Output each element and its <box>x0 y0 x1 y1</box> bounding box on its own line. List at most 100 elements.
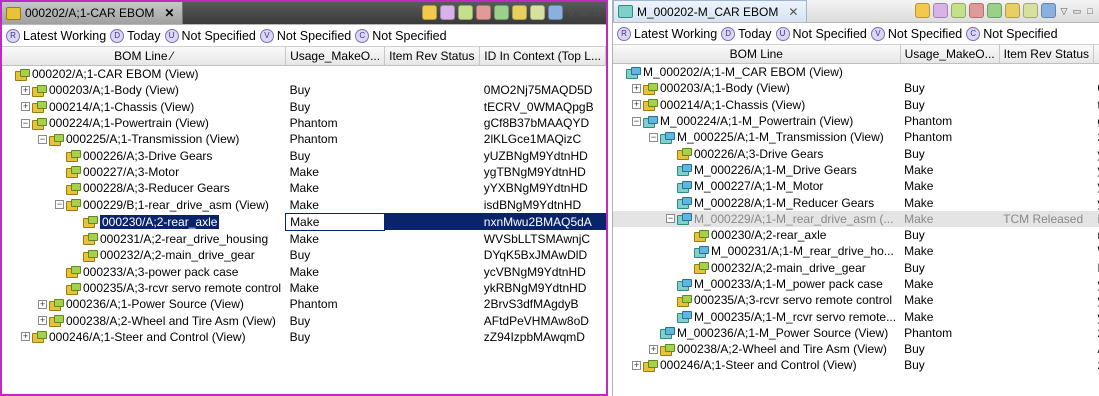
status-cell[interactable] <box>385 247 480 263</box>
id-cell[interactable]: yk <box>1094 292 1099 308</box>
table-row[interactable]: 000235/A;3-rcvr servo remote control Make… <box>613 292 1099 308</box>
table-row[interactable]: 000228/A;3-Reducer Gears Make yYXBNgM9Ydtn… <box>2 180 606 196</box>
column-usage[interactable]: Usage_MakeO... <box>900 45 1000 64</box>
id-cell[interactable]: DY <box>1094 260 1099 276</box>
rev-rule-date[interactable]: D Today <box>110 28 161 43</box>
status-cell[interactable] <box>999 227 1093 243</box>
id-cell[interactable]: yY <box>1094 194 1099 210</box>
bom-line-cell[interactable]: +000238/A;2-Wheel and Tire Asm (View) <box>2 312 286 328</box>
rev-rule-date[interactable]: D Today <box>721 26 772 41</box>
table-row[interactable]: M_000227/A;1-M_Motor Make yg <box>613 178 1099 194</box>
bom-line-cell[interactable]: − M_000229/A;1-M_rear_drive_asm (... <box>613 210 901 227</box>
usage-cell[interactable]: Buy <box>286 147 385 163</box>
status-cell[interactable] <box>385 99 480 115</box>
rev-rule-context[interactable]: C Not Specified <box>355 28 447 43</box>
id-cell[interactable]: WVSbLLTSMAwnjC <box>480 230 606 247</box>
table-row[interactable]: +000203/A;1-Body (View) Buy 0MO2Nj75MAQD5D <box>2 82 606 98</box>
usage-cell[interactable]: Make <box>900 308 999 324</box>
expand-icon[interactable]: + <box>632 360 641 370</box>
refresh-icon[interactable] <box>440 5 455 20</box>
bom-line-cell[interactable]: 000235/A;3-rcvr servo remote control <box>2 280 286 296</box>
usage-cell[interactable]: Buy <box>900 341 999 357</box>
id-cell[interactable]: yYXBNgM9YdtnHD <box>480 180 606 196</box>
id-cell[interactable]: ycVBNgM9YdtnHD <box>480 264 606 280</box>
status-cell[interactable] <box>999 357 1093 373</box>
bom-line-cell[interactable]: M_000226/A;1-M_Drive Gears <box>613 162 900 178</box>
usage-cell[interactable]: Make <box>286 280 385 296</box>
bom-line-cell[interactable]: − 000229/B;1-rear_drive_asm (View) <box>2 196 286 213</box>
tree-icon[interactable] <box>1041 3 1056 18</box>
expand-icon[interactable]: + <box>38 299 47 309</box>
expand-icon[interactable]: + <box>649 344 658 354</box>
rev-rule-variant[interactable]: V Not Specified <box>870 26 962 41</box>
usage-cell[interactable]: Phantom <box>900 113 999 129</box>
rev-rule-context[interactable]: C Not Specified <box>966 26 1058 41</box>
status-cell[interactable] <box>999 260 1093 276</box>
table-row[interactable]: +000246/A;1-Steer and Control (View)Buyz… <box>2 329 606 345</box>
bom-line-cell[interactable]: +000246/A;1-Steer and Control (View) <box>613 357 900 373</box>
table-row[interactable]: +000214/A;1-Chassis (View)BuytE <box>613 97 1099 113</box>
close-icon[interactable]: ✕ <box>788 5 798 19</box>
id-cell[interactable]: tE <box>1094 97 1099 113</box>
usage-cell[interactable]: Make <box>900 178 999 194</box>
rev-rule-unit[interactable]: U Not Specified <box>164 28 256 43</box>
accept-icon[interactable] <box>512 5 527 20</box>
bom-line-cell[interactable]: M_000235/A;1-M_rcvr servo remote... <box>613 308 900 324</box>
status-cell[interactable] <box>385 196 480 213</box>
compare-icon[interactable] <box>951 3 966 18</box>
structure-icon[interactable] <box>476 5 491 20</box>
paste-icon[interactable] <box>915 3 930 18</box>
usage-cell[interactable]: Phantom <box>900 129 999 145</box>
bom-line-cell[interactable]: +000214/A;1-Chassis (View) <box>613 97 900 113</box>
status-cell[interactable] <box>385 329 480 345</box>
table-row[interactable]: − 000229/B;1-rear_drive_asm (View) Make isd… <box>2 196 606 213</box>
status-cell[interactable] <box>999 194 1093 210</box>
id-cell[interactable]: yU <box>1094 162 1099 178</box>
bom-line-cell[interactable]: − 000224/A;1-Powertrain (View) <box>2 115 286 131</box>
id-cell[interactable]: yUZBNgM9YdtnHD <box>480 147 606 163</box>
usage-cell[interactable]: Buy <box>900 227 999 243</box>
tab-car-ebom[interactable]: 000202/A;1-CAR EBOM ✕ <box>2 2 184 24</box>
table-row[interactable]: M_000231/A;1-M_rear_drive_ho... Make W <box>613 243 1099 259</box>
table-row[interactable]: − M_000224/A;1-M_Powertrain (View) Phantom… <box>613 113 1099 129</box>
id-cell[interactable]: 2BrvS3dfMAgdyB <box>480 296 606 312</box>
expand-icon[interactable] <box>494 5 509 20</box>
column-bom-line[interactable]: BOM Line <box>613 45 901 64</box>
expand-icon[interactable]: + <box>38 316 47 326</box>
id-cell[interactable]: Af <box>1094 341 1099 357</box>
usage-cell[interactable]: Phantom <box>286 115 385 131</box>
table-row[interactable]: 000233/A;3-power pack case Make ycVBNgM9Yd… <box>2 264 606 280</box>
table-row[interactable]: − M_000229/A;1-M_rear_drive_asm (... Make T… <box>613 210 1099 227</box>
bom-line-cell[interactable]: 000202/A;1-CAR EBOM (View) <box>2 66 286 83</box>
id-cell[interactable]: 2lKLGce1MAQizC <box>480 131 606 147</box>
id-cell[interactable]: tECRV_0WMAQpgB <box>480 99 606 115</box>
id-cell[interactable]: ykRBNgM9YdtnHD <box>480 280 606 296</box>
id-cell[interactable]: ygTBNgM9YdtnHD <box>480 164 606 180</box>
usage-cell[interactable]: Make <box>900 210 1000 227</box>
expand-icon[interactable]: + <box>632 83 641 93</box>
status-cell[interactable] <box>999 64 1093 81</box>
tree-icon[interactable] <box>548 5 563 20</box>
collapse-icon[interactable]: − <box>632 116 641 126</box>
id-cell[interactable]: yc <box>1094 276 1099 292</box>
structure-icon[interactable] <box>969 3 984 18</box>
id-cell[interactable]: 2l <box>1094 129 1099 145</box>
usage-cell[interactable]: Make <box>286 264 385 280</box>
id-cell[interactable]: is <box>1093 210 1099 227</box>
maximize-icon[interactable]: □ <box>1085 6 1095 16</box>
table-row[interactable]: 000231/A;2-rear_drive_housing Make WVSbLLT… <box>2 230 606 247</box>
bom-line-cell[interactable]: − 000225/A;1-Transmission (View) <box>2 131 286 147</box>
status-cell[interactable] <box>385 82 480 98</box>
id-cell[interactable]: DYqK5BxJMAwDlD <box>480 247 606 263</box>
maximize-icon[interactable]: □ <box>592 8 602 18</box>
usage-cell[interactable] <box>286 66 385 83</box>
usage-cell[interactable]: Make <box>900 162 999 178</box>
table-row[interactable]: +000236/A;1-Power Source (View) Phantom 2B… <box>2 296 606 312</box>
id-cell[interactable]: yk <box>1094 308 1099 324</box>
refresh-icon[interactable] <box>933 3 948 18</box>
usage-cell[interactable]: Buy <box>286 312 385 328</box>
table-row[interactable]: 000226/A;3-Drive Gears Buy yU <box>613 145 1099 161</box>
id-cell[interactable]: yg <box>1094 178 1099 194</box>
column-item-rev-status[interactable]: Item Rev Status <box>384 47 481 66</box>
view-menu-icon[interactable]: ▽ <box>1059 6 1069 16</box>
